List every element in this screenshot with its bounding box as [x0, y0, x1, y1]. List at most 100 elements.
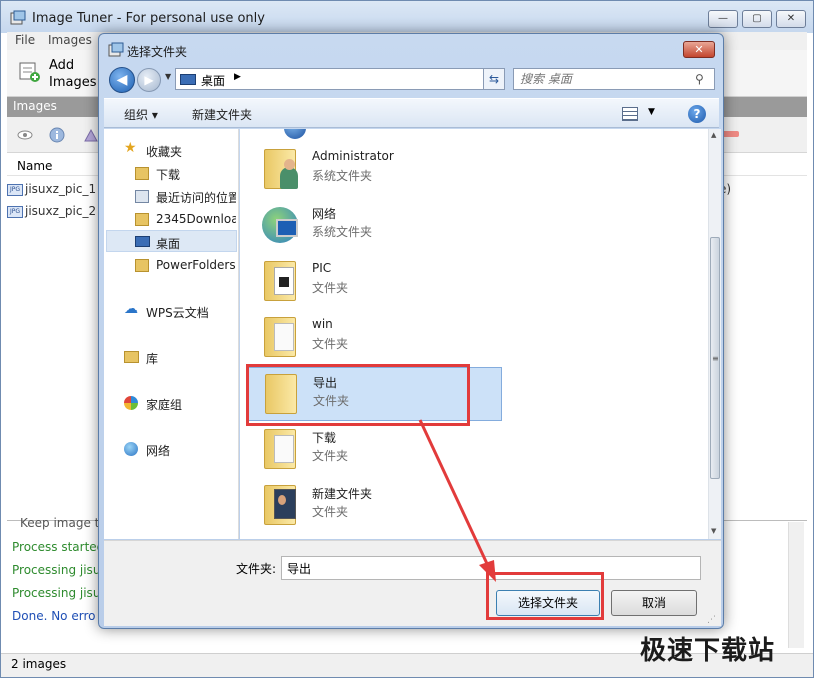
dialog-title: 选择文件夹	[127, 45, 188, 59]
nav-library[interactable]: 库	[104, 346, 235, 368]
item-network[interactable]: 网络 系统文件夹	[248, 199, 498, 253]
highlight-select-button	[486, 572, 604, 620]
star-icon: ★	[124, 140, 137, 156]
item-type: 文件夹	[312, 505, 349, 519]
item-type: 系统文件夹	[312, 169, 373, 183]
nav-downloads[interactable]: 下载	[104, 162, 235, 184]
column-name[interactable]: Name	[17, 159, 52, 173]
status-text: 2 images	[11, 657, 67, 671]
item-administrator[interactable]: Administrator 系统文件夹	[248, 143, 498, 197]
new-folder-button[interactable]: 新建文件夹	[192, 106, 252, 123]
menu-file[interactable]: File	[15, 33, 35, 47]
view-options-icon[interactable]	[622, 107, 638, 121]
command-bar: 组织 ▾ 新建文件夹 ▼ ?	[104, 98, 719, 128]
navigation-pane: ★ 收藏夹 下载 最近访问的位置 2345Downloads 桌面 PowerF…	[104, 129, 239, 539]
nav-2345downloads[interactable]: 2345Downloads	[104, 208, 236, 230]
nav-network[interactable]: 网络	[104, 438, 235, 460]
back-button[interactable]: ◀	[109, 67, 135, 93]
history-dropdown-icon[interactable]: ▼	[165, 72, 171, 81]
search-box[interactable]: ⚲	[513, 68, 715, 90]
app-icon	[108, 42, 124, 57]
file-row[interactable]: JPG jisuxz_pic_2	[7, 204, 96, 222]
item-pic[interactable]: PIC 文件夹	[248, 255, 498, 309]
user-folder-icon	[260, 147, 300, 191]
log-line: Keep image t	[20, 516, 100, 530]
content-scrollbar[interactable]: ▲ ≡ ▼	[708, 129, 721, 539]
homegroup-icon	[124, 396, 138, 410]
info-icon[interactable]	[49, 127, 65, 143]
nav-powerfolders[interactable]: PowerFolders	[104, 254, 236, 276]
cloud-icon: ☁	[124, 301, 138, 317]
forward-button[interactable]: ▶	[137, 68, 161, 92]
item-win[interactable]: win 文件夹	[248, 311, 498, 365]
file-row[interactable]: JPG jisuxz_pic_1	[7, 182, 96, 200]
nav-recent[interactable]: 最近访问的位置	[104, 185, 236, 207]
item-downloads[interactable]: 下载 文件夹	[248, 423, 498, 477]
folder-icon	[135, 213, 149, 226]
search-input[interactable]	[520, 71, 680, 87]
view-dropdown-icon[interactable]: ▼	[648, 107, 655, 117]
network-icon	[260, 203, 300, 247]
refresh-icon: ⇆	[488, 72, 500, 86]
address-text[interactable]: 桌面	[201, 72, 225, 89]
breadcrumb-arrow-icon[interactable]: ▶	[234, 72, 241, 82]
log-line: Process started	[12, 540, 105, 554]
organize-menu[interactable]: 组织 ▾	[124, 106, 158, 123]
log-scrollbar[interactable]	[788, 522, 804, 648]
desktop-icon	[180, 74, 196, 85]
forward-arrow-icon: ▶	[144, 73, 154, 87]
folder-icon	[260, 483, 300, 527]
folder-icon	[260, 259, 300, 303]
item-name: win	[312, 317, 333, 331]
desktop-icon	[135, 236, 150, 247]
search-icon: ⚲	[695, 72, 704, 86]
jpg-file-icon: JPG	[7, 205, 23, 218]
nav-desktop[interactable]: 桌面	[106, 230, 237, 252]
log-line: Done. No erro	[12, 609, 96, 623]
refresh-button[interactable]: ⇆	[483, 68, 505, 90]
view-icon[interactable]	[17, 127, 33, 143]
nav-favorites[interactable]: ★ 收藏夹	[104, 139, 235, 161]
address-bar[interactable]: 桌面 ▶ ▼	[175, 68, 505, 90]
library-icon	[124, 351, 139, 363]
nav-wps-cloud[interactable]: ☁ WPS云文档	[104, 300, 235, 322]
item-new-folder[interactable]: 新建文件夹 文件夹	[248, 479, 498, 533]
nav-homegroup[interactable]: 家庭组	[104, 392, 235, 414]
item-type: 文件夹	[312, 281, 349, 295]
minimize-button[interactable]: —	[708, 10, 738, 28]
dialog-close-button[interactable]: ✕	[683, 41, 715, 58]
folder-label: 文件夹:	[236, 562, 277, 576]
highlight-export-folder	[246, 364, 470, 426]
jpg-file-icon: JPG	[7, 183, 23, 196]
help-icon[interactable]: ?	[688, 105, 706, 123]
folder-icon	[135, 259, 149, 272]
menu-images[interactable]: Images	[48, 33, 92, 47]
log-line: Processing jisu	[12, 563, 101, 577]
scroll-down-icon[interactable]: ▼	[711, 527, 716, 535]
file-name: jisuxz_pic_2	[25, 204, 97, 218]
folder-icon	[260, 427, 300, 471]
close-button[interactable]: ✕	[776, 10, 806, 28]
item-type: 文件夹	[312, 337, 349, 351]
item-name: PIC	[312, 261, 332, 275]
add-image-icon	[19, 62, 40, 82]
maximize-button[interactable]: ▢	[742, 10, 772, 28]
item-name: 网络	[312, 207, 337, 221]
watermark-logo: 极速下载站	[640, 636, 776, 666]
add-label-line1: Add	[49, 58, 75, 73]
rotate-icon[interactable]	[83, 127, 99, 143]
recent-places-icon	[135, 190, 149, 203]
title-bar: Image Tuner - For personal use only — ▢ …	[1, 1, 813, 33]
network-icon	[124, 442, 138, 456]
add-images-button[interactable]: Add Images	[15, 55, 97, 93]
file-name: jisuxz_pic_1	[25, 182, 97, 196]
item-name: 新建文件夹	[312, 487, 373, 501]
item-type: 系统文件夹	[312, 225, 373, 239]
scroll-up-icon[interactable]: ▲	[711, 131, 716, 139]
cancel-button[interactable]: 取消	[611, 590, 697, 616]
app-icon	[10, 10, 26, 25]
item-name: 下载	[312, 431, 337, 445]
back-arrow-icon: ◀	[116, 72, 128, 88]
resize-grip-icon[interactable]: ⋰	[707, 615, 716, 625]
add-label-line2: Images	[49, 75, 97, 90]
